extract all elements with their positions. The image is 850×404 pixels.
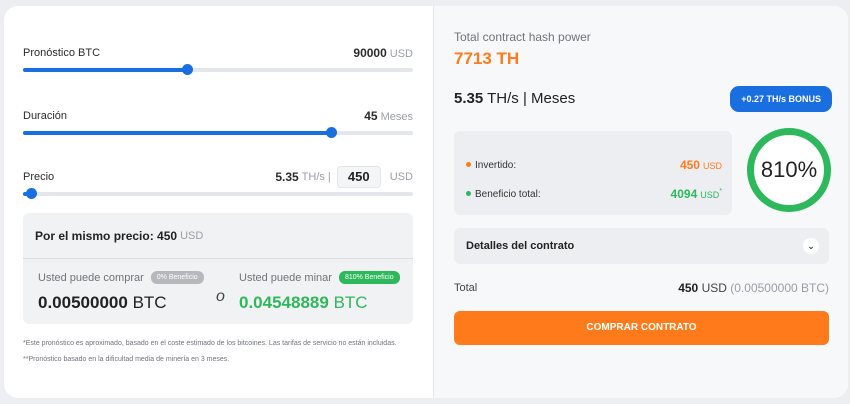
buy-value: 0.00500000 xyxy=(38,293,128,312)
orange-dot-icon xyxy=(466,162,471,168)
buy-option: Usted puede comprar 0% Beneficio 0.00500… xyxy=(38,271,204,313)
disclaimer-notes: *Este pronóstico es aproximado, basado e… xyxy=(23,338,413,366)
forecast-value: 90000 xyxy=(353,46,387,60)
investment-summary: Invertido: 450 USD Beneficio total: 4094 U… xyxy=(454,131,732,215)
price-label: Precio xyxy=(23,171,55,183)
hash-power-value: 7713 TH xyxy=(454,49,520,68)
calculator-panel: Pronóstico BTC 90000 USD Duración 45 Meses… xyxy=(4,6,433,398)
price-slider-handle[interactable] xyxy=(25,188,37,199)
profit-unit: USD xyxy=(700,190,720,200)
invested-label: Invertido: xyxy=(475,159,517,171)
price-unit: USD xyxy=(389,171,413,183)
price-input[interactable]: 450 xyxy=(336,166,381,188)
rate-period: Meses xyxy=(531,90,576,107)
mine-badge: 810% Beneficio xyxy=(338,271,400,284)
buy-badge: 0% Beneficio xyxy=(150,271,204,284)
bonus-badge[interactable]: +0.27 TH/s BONUS xyxy=(730,86,832,112)
rate-line: 5.35 TH/s | Meses xyxy=(454,90,575,107)
green-dot-icon xyxy=(466,191,471,197)
total-value: 450 xyxy=(678,281,699,295)
forecast-slider-handle[interactable] xyxy=(181,64,193,75)
note-difficulty: **Pronóstico basado en la dificultad med… xyxy=(23,356,230,363)
duration-slider-group: Duración 45 Meses xyxy=(23,107,413,138)
duration-value: 45 xyxy=(364,109,378,123)
price-rate-unit: TH/s xyxy=(301,171,325,183)
forecast-unit: USD xyxy=(389,48,413,60)
profit-percent-ring: 810% xyxy=(747,128,831,212)
calculator-card: Pronóstico BTC 90000 USD Duración 45 Meses… xyxy=(4,6,848,398)
total-label: Total xyxy=(454,282,478,294)
total-btc: (0.00500000 BTC) xyxy=(730,281,829,295)
profit-mark: * xyxy=(719,188,722,195)
profit-value: 4094 xyxy=(670,187,698,201)
same-price-box: Por el mismo precio: 450 USD Usted puede … xyxy=(23,213,413,324)
contract-panel: Total contract hash power 7713 TH 5.35 T… xyxy=(433,6,848,398)
duration-unit: Meses xyxy=(380,111,413,123)
chevron-down-icon[interactable]: ⌄ xyxy=(803,238,819,254)
price-rate: 5.35 xyxy=(275,170,299,184)
note-forecast: *Este pronóstico es aproximado, basado e… xyxy=(23,340,397,347)
price-slider-group: Precio 5.35 TH/s | 450 USD xyxy=(23,166,413,199)
invested-row: Invertido: 450 USD xyxy=(466,158,722,172)
mine-unit: BTC xyxy=(333,293,368,312)
duration-label: Duración xyxy=(23,110,68,122)
details-label: Detalles del contrato xyxy=(466,240,575,252)
mine-value: 0.04548889 xyxy=(239,293,329,312)
mine-option: Usted puede minar 810% Beneficio 0.04548… xyxy=(239,271,400,313)
duration-slider-fill xyxy=(23,131,332,135)
profit-label: Beneficio total: xyxy=(475,188,541,200)
total-row: Total 450 USD (0.00500000 BTC) xyxy=(454,281,829,295)
invested-value: 450 xyxy=(679,158,700,172)
mine-label: Usted puede minar xyxy=(239,271,332,284)
forecast-slider-group: Pronóstico BTC 90000 USD xyxy=(23,44,413,75)
rate-unit: TH/s xyxy=(487,90,519,107)
price-separator: | xyxy=(327,171,331,183)
rate-value: 5.35 xyxy=(454,90,484,107)
same-price-heading-unit: USD xyxy=(180,229,204,242)
same-price-heading: Por el mismo precio: 450 USD xyxy=(23,213,413,259)
forecast-label: Pronóstico BTC xyxy=(23,47,101,59)
buy-label: Usted puede comprar xyxy=(38,271,144,284)
hash-power-title: Total contract hash power xyxy=(454,30,591,44)
profit-row: Beneficio total: 4094 USD* xyxy=(466,187,722,201)
ring-percent: 810% xyxy=(760,157,818,182)
invested-unit: USD xyxy=(702,161,722,171)
duration-slider-handle[interactable] xyxy=(326,127,338,138)
or-text: o xyxy=(216,288,225,305)
duration-slider[interactable] xyxy=(23,127,413,138)
price-slider[interactable] xyxy=(23,188,413,199)
forecast-slider-fill xyxy=(23,68,187,72)
forecast-slider[interactable] xyxy=(23,64,413,75)
same-price-heading-text: Por el mismo precio: 450 xyxy=(35,228,178,243)
total-unit: USD xyxy=(701,281,727,295)
buy-contract-button[interactable]: COMPRAR CONTRATO xyxy=(454,311,829,345)
rate-separator: | xyxy=(522,90,527,107)
buy-unit: BTC xyxy=(132,293,167,312)
contract-details-toggle[interactable]: Detalles del contrato ⌄ xyxy=(454,228,829,264)
